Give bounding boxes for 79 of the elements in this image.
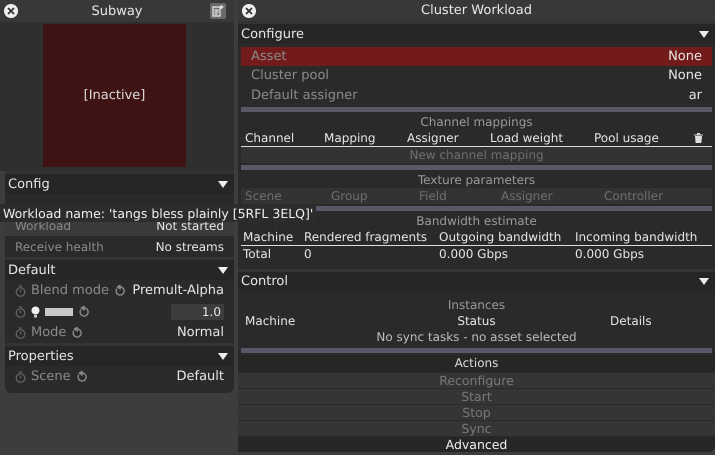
property-value[interactable]: Premult-Alpha [132, 283, 224, 298]
panel-title: Subway [91, 4, 143, 18]
stopwatch-icon[interactable] [15, 306, 26, 318]
table-cell-text: 0.000 Gbps [575, 246, 645, 261]
tooltip: Workload name: 'tangs bless plainly [5RFL 3ELQ]' [0, 204, 316, 222]
section-title: Control [241, 274, 288, 290]
preview-status: [Inactive] [84, 88, 146, 103]
column-header: Mapping [324, 130, 376, 145]
property-value[interactable]: Default [176, 369, 224, 384]
reset-icon[interactable] [114, 284, 126, 296]
section-title: Config [8, 176, 50, 192]
close-button[interactable] [4, 4, 18, 18]
row-label: Receive health [15, 240, 104, 254]
property-value[interactable]: Normal [176, 325, 224, 340]
stopwatch-icon[interactable] [15, 370, 26, 382]
row-value: None [668, 68, 702, 84]
collapse-arrow-icon[interactable] [218, 180, 228, 188]
section-title: Configure [241, 26, 304, 42]
property-label: Scene [31, 369, 71, 384]
row-label: Asset [251, 48, 287, 64]
row-value: None [668, 48, 702, 64]
section-header[interactable]: Configure [238, 21, 715, 44]
table-cell-text: Total [243, 246, 272, 261]
row-value: ar [688, 88, 702, 103]
table-cell-text: 0 [304, 246, 313, 261]
column-header: Details [609, 314, 653, 328]
column-header: Pool usage [594, 130, 660, 145]
column-header: Load weight [490, 130, 564, 145]
table-title: Texture parameters [416, 172, 536, 188]
column-header: Controller [604, 189, 664, 204]
trash-icon[interactable] [694, 132, 703, 143]
collapse-arrow-icon[interactable] [218, 352, 228, 360]
row-label: Default assigner [251, 88, 358, 103]
reset-icon[interactable] [71, 326, 84, 338]
column-header: Outgoing bandwidth [439, 230, 562, 244]
property-label: Mode [31, 325, 66, 340]
add-note-button[interactable] [210, 3, 226, 19]
reset-icon[interactable] [76, 370, 88, 382]
light-bulb-icon [31, 306, 40, 318]
stopwatch-icon[interactable] [15, 326, 26, 338]
table-title: Channel mappings [419, 114, 534, 130]
table-title: Bandwidth estimate [416, 214, 537, 228]
empty-message: No sync tasks - no asset selected [375, 329, 578, 346]
table-title: Instances [446, 297, 506, 314]
column-header: Rendered fragments [304, 230, 428, 244]
config-row[interactable]: Default assigner ar [241, 85, 712, 105]
panel-title: Cluster Workload [421, 3, 532, 18]
config-row[interactable]: Cluster pool None [241, 66, 712, 86]
column-header: Machine [245, 314, 296, 328]
section-header[interactable]: Config [5, 171, 234, 194]
column-header: Scene [245, 189, 283, 204]
section-title: Default [8, 262, 56, 278]
column-header: Group [331, 189, 369, 204]
section-header[interactable]: Properties [5, 343, 234, 366]
stopwatch-icon[interactable] [15, 284, 26, 296]
color-swatch[interactable] [45, 308, 73, 316]
collapse-arrow-icon[interactable] [699, 30, 709, 39]
section-header[interactable]: Control [238, 269, 715, 292]
property-label: Blend mode [31, 283, 110, 298]
collapse-arrow-icon[interactable] [218, 266, 228, 274]
close-button[interactable] [242, 4, 256, 18]
column-header: Machine [243, 230, 294, 244]
collapse-arrow-icon[interactable] [699, 277, 709, 286]
actions-header: Actions [238, 354, 715, 372]
column-header: Incoming bandwidth [575, 230, 698, 244]
action-button[interactable]: Advanced [238, 436, 715, 452]
number-field[interactable]: 1.0 [171, 304, 224, 320]
table-cell-text: 0.000 Gbps [439, 246, 509, 261]
config-row[interactable]: Asset None [241, 46, 712, 66]
row-label: Cluster pool [251, 68, 330, 84]
column-header: Field [419, 189, 448, 204]
reset-icon[interactable] [78, 306, 90, 318]
column-header: Channel [245, 130, 296, 145]
section-title: Properties [8, 348, 74, 364]
column-header: Assigner [501, 189, 554, 204]
column-header: Status [456, 314, 497, 328]
column-header: Assigner [407, 130, 460, 145]
section-header[interactable]: Default [5, 257, 234, 280]
row-value: No streams [156, 240, 224, 254]
